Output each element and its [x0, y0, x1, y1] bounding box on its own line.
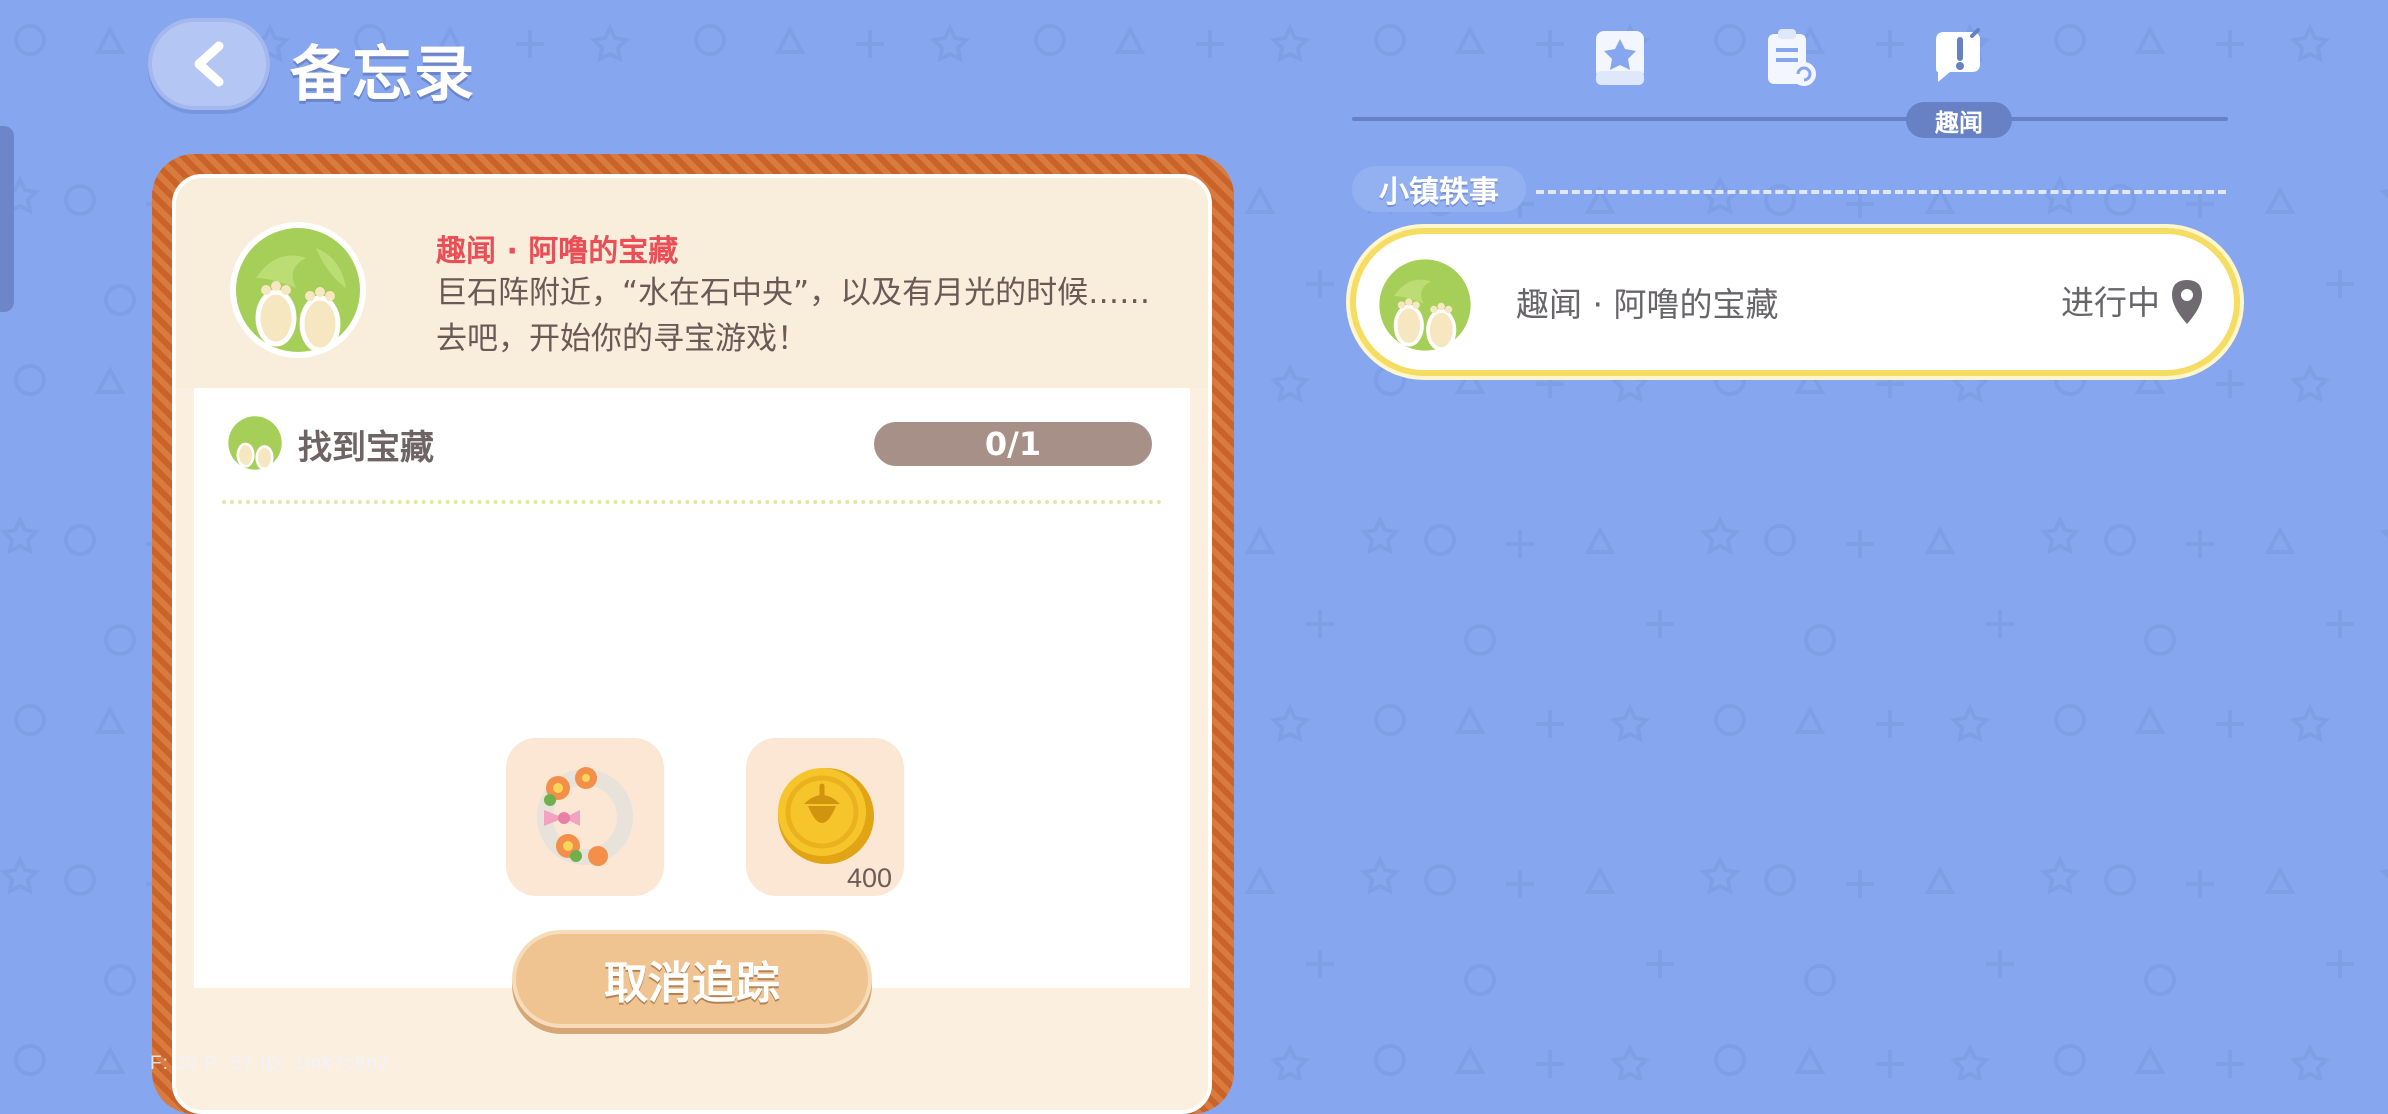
side-drawer-handle[interactable] — [0, 126, 14, 312]
debug-overlay: F: 30 P: 57 ID: 1mk7c8n2 — [150, 1053, 390, 1074]
objective-row: 找到宝藏 0/1 — [194, 388, 1190, 500]
tab-clipboard[interactable] — [1754, 22, 1826, 94]
footprint-globe-icon — [1374, 254, 1476, 356]
flower-wreath-icon — [537, 767, 633, 866]
tab-news[interactable] — [1922, 22, 1994, 94]
clipboard-refresh-icon — [1768, 29, 1816, 86]
page-title: 备忘录 — [290, 40, 476, 110]
back-arrow-icon — [194, 41, 224, 87]
list-item-title: 趣闻 · 阿噜的宝藏 — [1516, 285, 1779, 324]
back-button[interactable] — [148, 18, 270, 110]
reward-item-coins[interactable]: 400 — [746, 738, 904, 896]
quest-header: 趣闻 · 阿噜的宝藏 巨石阵附近，“水在石中央”，以及有月光的时候……去吧，开始… — [176, 178, 1208, 388]
footprint-globe-icon — [225, 413, 285, 473]
book-star-icon — [1596, 31, 1644, 85]
reward-item-wreath[interactable] — [506, 738, 664, 896]
tab-book[interactable] — [1584, 22, 1656, 94]
objective-panel: 找到宝藏 0/1 400 — [194, 388, 1190, 988]
quest-description: 巨石阵附近，“水在石中央”，以及有月光的时候……去吧，开始你的寻宝游戏！ — [436, 275, 1151, 357]
reward-count: 400 — [846, 863, 892, 893]
divider — [222, 500, 1162, 504]
tab-underline — [1352, 117, 2228, 121]
objective-text: 找到宝藏 — [298, 428, 434, 468]
objective-progress: 0/1 — [874, 422, 1152, 466]
tab-news-label: 趣闻 — [1906, 102, 2012, 138]
footprint-globe-icon — [230, 222, 366, 358]
speech-exclaim-icon — [1936, 28, 1980, 82]
location-pin-icon[interactable] — [2170, 278, 2204, 326]
section-title: 小镇轶事 — [1352, 166, 1526, 212]
section-divider — [1536, 190, 2226, 194]
list-item[interactable]: 趣闻 · 阿噜的宝藏 进行中 — [1350, 228, 2240, 376]
cancel-tracking-button[interactable]: 取消追踪 — [512, 930, 872, 1028]
quest-title: 趣闻 · 阿噜的宝藏 — [436, 234, 679, 269]
list-item-status: 进行中 — [2061, 283, 2160, 322]
